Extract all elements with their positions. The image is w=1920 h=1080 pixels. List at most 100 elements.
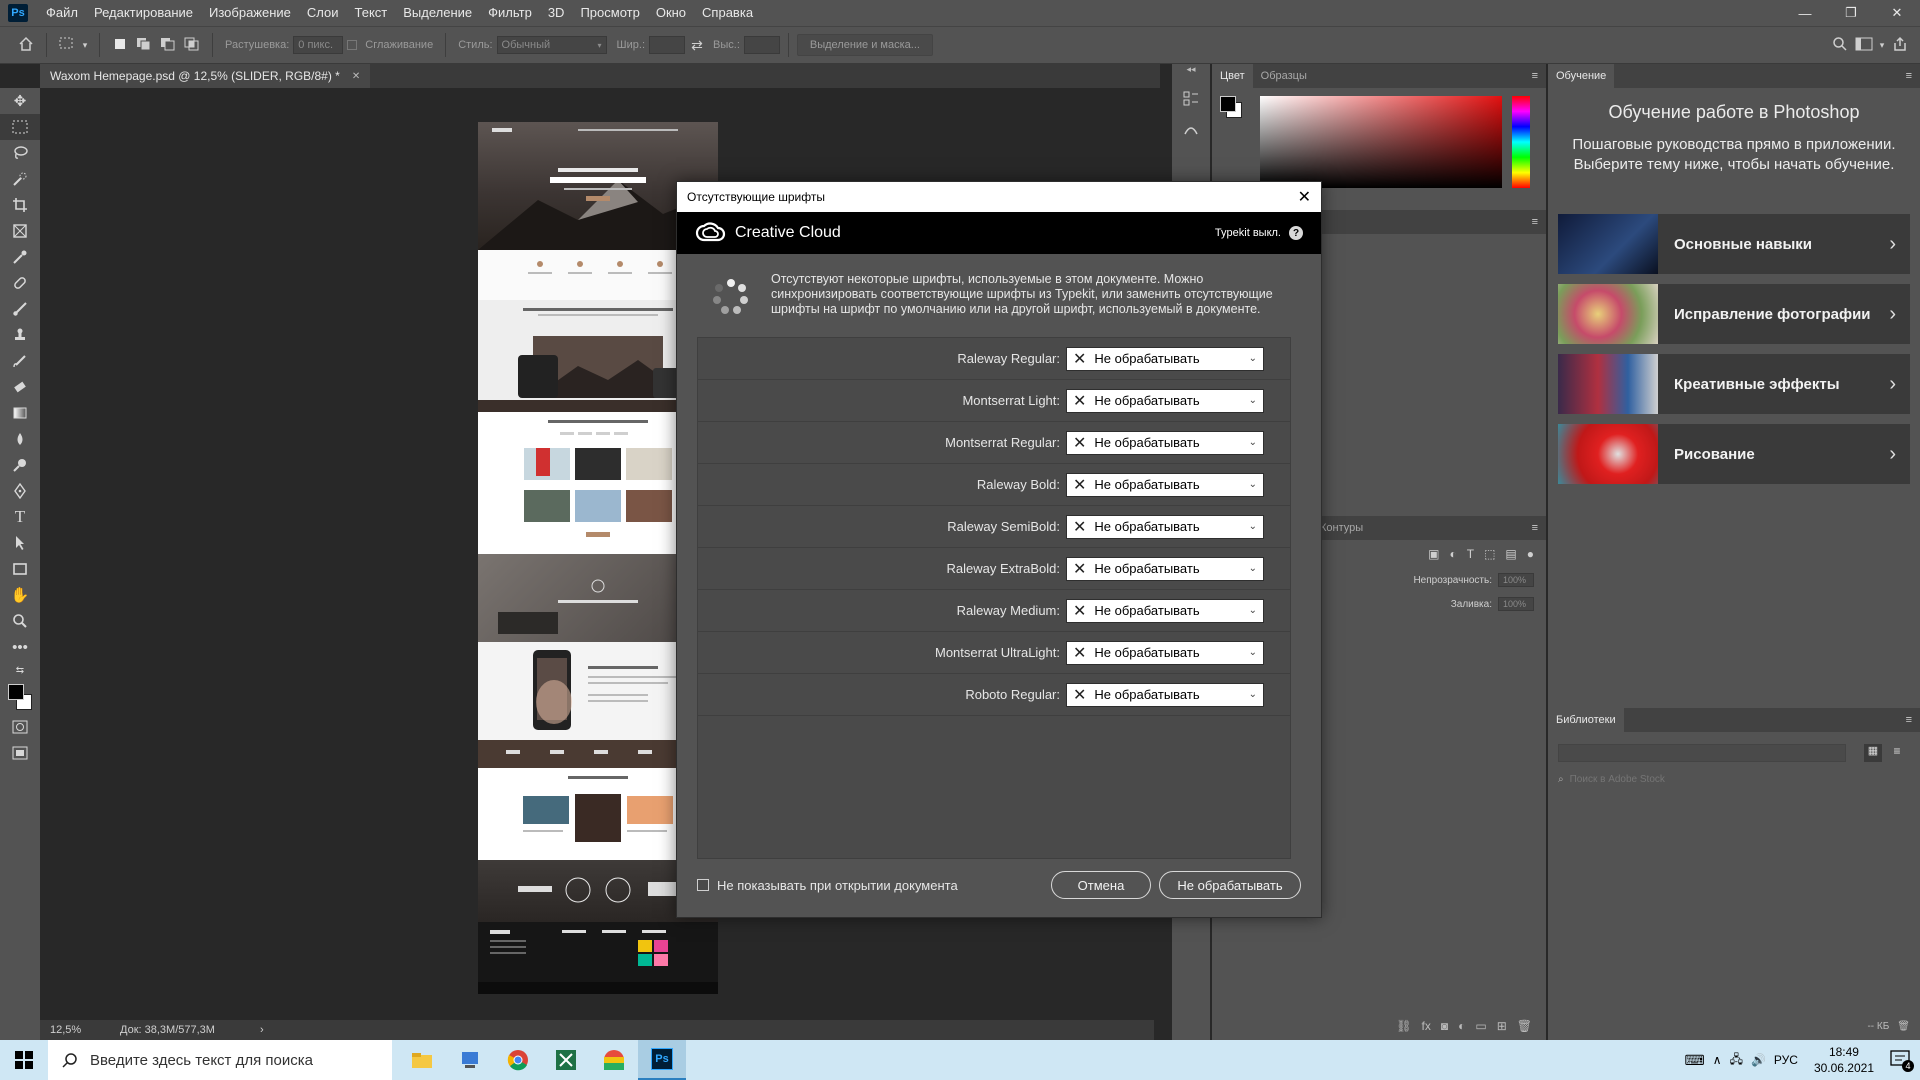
photoshop-taskbar-icon[interactable]: Ps — [638, 1040, 686, 1080]
subtract-selection-icon[interactable] — [156, 37, 180, 54]
menu-type[interactable]: Текст — [347, 0, 396, 26]
start-button[interactable] — [0, 1040, 48, 1080]
app-icon[interactable] — [446, 1040, 494, 1080]
help-icon[interactable]: ? — [1289, 226, 1303, 240]
adjustment-layer-icon[interactable]: ◐ — [1458, 1019, 1465, 1033]
fx-icon[interactable]: fx — [1422, 1019, 1431, 1033]
tab-swatches[interactable]: Образцы — [1253, 64, 1315, 88]
chrome-icon[interactable] — [494, 1040, 542, 1080]
menu-image[interactable]: Изображение — [201, 0, 299, 26]
zoom-tool-icon[interactable] — [0, 608, 40, 634]
font-action-select[interactable]: ✕ Не обрабатывать ⌄ — [1066, 682, 1264, 707]
cancel-button[interactable]: Отмена — [1051, 871, 1151, 899]
foreground-color-swatch[interactable] — [8, 684, 24, 700]
feather-input[interactable]: 0 пикс. — [293, 36, 344, 54]
clock[interactable]: 18:49 30.06.2021 — [1814, 1044, 1874, 1076]
menu-select[interactable]: Выделение — [395, 0, 480, 26]
stock-search-input[interactable] — [1569, 773, 1910, 785]
style-select[interactable]: Обычный ▾ — [496, 36, 607, 54]
keyboard-icon[interactable]: ⌨ — [1685, 1052, 1705, 1069]
menu-view[interactable]: Просмотр — [572, 0, 647, 26]
font-action-select[interactable]: ✕ Не обрабатывать ⌄ — [1066, 472, 1264, 497]
hue-slider[interactable] — [1512, 96, 1530, 188]
brush-tool-icon[interactable] — [0, 296, 40, 322]
share-icon[interactable] — [1888, 36, 1912, 55]
network-icon[interactable]: 🖧 — [1730, 1050, 1743, 1071]
volume-icon[interactable]: 🔊 — [1751, 1053, 1766, 1067]
learn-card-painting[interactable]: Рисование › — [1558, 424, 1910, 484]
dont-show-checkbox[interactable] — [697, 879, 709, 891]
blur-tool-icon[interactable] — [0, 426, 40, 452]
menu-3d[interactable]: 3D — [540, 0, 573, 26]
type-filter-icon[interactable]: T — [1467, 547, 1474, 561]
close-tab-icon[interactable]: ✕ — [352, 71, 360, 82]
font-action-select[interactable]: ✕ Не обрабатывать ⌄ — [1066, 346, 1264, 371]
collapse-arrows-icon[interactable]: ◂◂ — [1172, 64, 1210, 74]
select-and-mask-button[interactable]: Выделение и маска... — [796, 34, 933, 56]
antialias-checkbox[interactable] — [343, 37, 361, 53]
close-icon[interactable]: ✕ — [1298, 187, 1311, 207]
image-filter-icon[interactable]: ▣ — [1428, 547, 1439, 561]
new-group-icon[interactable]: ▭ — [1475, 1019, 1486, 1033]
frame-tool-icon[interactable] — [0, 218, 40, 244]
font-action-select[interactable]: ✕ Не обрабатывать ⌄ — [1066, 430, 1264, 455]
font-action-select[interactable]: ✕ Не обрабатывать ⌄ — [1066, 598, 1264, 623]
chevron-up-icon[interactable]: ∧ — [1713, 1053, 1722, 1067]
close-window-button[interactable]: ✕ — [1874, 0, 1920, 26]
tab-libraries[interactable]: Библиотеки — [1548, 708, 1624, 732]
font-action-select[interactable]: ✕ Не обрабатывать ⌄ — [1066, 640, 1264, 665]
delete-layer-icon[interactable]: 🗑 — [1517, 1019, 1532, 1033]
intersect-selection-icon[interactable] — [180, 37, 204, 54]
new-layer-icon[interactable]: ⊞ — [1497, 1019, 1507, 1033]
quick-mask-icon[interactable] — [0, 714, 40, 740]
font-action-select[interactable]: ✕ Не обрабатывать ⌄ — [1066, 514, 1264, 539]
font-action-select[interactable]: ✕ Не обрабатывать ⌄ — [1066, 556, 1264, 581]
menu-help[interactable]: Справка — [694, 0, 761, 26]
color-swatches[interactable] — [0, 680, 40, 714]
color-field[interactable] — [1260, 96, 1502, 188]
minimize-button[interactable]: — — [1782, 0, 1828, 26]
history-panel-icon[interactable] — [1172, 84, 1210, 114]
panel-menu-icon[interactable]: ≡ — [1532, 216, 1546, 228]
dont-process-button[interactable]: Не обрабатывать — [1159, 871, 1301, 899]
quick-select-tool-icon[interactable] — [0, 166, 40, 192]
file-explorer-icon[interactable] — [398, 1040, 446, 1080]
properties-panel-icon[interactable] — [1172, 114, 1210, 144]
learn-card-basics[interactable]: Основные навыки › — [1558, 214, 1910, 274]
status-menu-arrow[interactable]: › — [260, 1024, 264, 1036]
dodge-tool-icon[interactable] — [0, 452, 40, 478]
lasso-tool-icon[interactable] — [0, 140, 40, 166]
rectangle-tool-icon[interactable] — [0, 556, 40, 582]
smart-object-filter-icon[interactable]: ▤ — [1505, 547, 1516, 561]
menu-layers[interactable]: Слои — [299, 0, 347, 26]
menu-edit[interactable]: Редактирование — [86, 0, 201, 26]
add-selection-icon[interactable] — [132, 37, 156, 54]
eraser-tool-icon[interactable] — [0, 374, 40, 400]
hand-tool-icon[interactable]: ✋ — [0, 582, 40, 608]
link-layers-icon[interactable]: ⛓ — [1396, 1019, 1411, 1033]
more-tools-icon[interactable]: ••• — [0, 634, 40, 660]
move-tool-icon[interactable]: ✥ — [0, 88, 40, 114]
swap-colors-icon[interactable]: ⇆ — [0, 660, 40, 680]
colorful-app-icon[interactable] — [590, 1040, 638, 1080]
chevron-down-icon[interactable]: ▾ — [1876, 40, 1888, 51]
document-tab[interactable]: Waxom Hemepage.psd @ 12,5% (SLIDER, RGB/… — [40, 64, 371, 88]
menu-filter[interactable]: Фильтр — [480, 0, 540, 26]
screen-mode-icon[interactable] — [0, 740, 40, 766]
shape-filter-icon[interactable]: ⬚ — [1484, 547, 1495, 561]
height-input[interactable] — [743, 36, 780, 54]
library-select[interactable] — [1558, 744, 1846, 762]
delete-icon[interactable]: 🗑 — [1897, 1021, 1910, 1032]
panel-menu-icon[interactable]: ≡ — [1906, 70, 1920, 82]
zoom-level[interactable]: 12,5% — [50, 1024, 120, 1036]
new-selection-icon[interactable] — [108, 37, 132, 54]
crop-tool-icon[interactable] — [0, 192, 40, 218]
learn-card-photo-fix[interactable]: Исправление фотографии › — [1558, 284, 1910, 344]
gradient-tool-icon[interactable] — [0, 400, 40, 426]
tab-learn[interactable]: Обучение — [1548, 64, 1615, 88]
eyedropper-tool-icon[interactable] — [0, 244, 40, 270]
tab-color[interactable]: Цвет — [1212, 64, 1253, 88]
taskbar-search[interactable]: Введите здесь текст для поиска — [48, 1040, 392, 1080]
search-icon[interactable] — [1828, 36, 1852, 55]
opacity-input[interactable]: 100% — [1498, 573, 1534, 587]
